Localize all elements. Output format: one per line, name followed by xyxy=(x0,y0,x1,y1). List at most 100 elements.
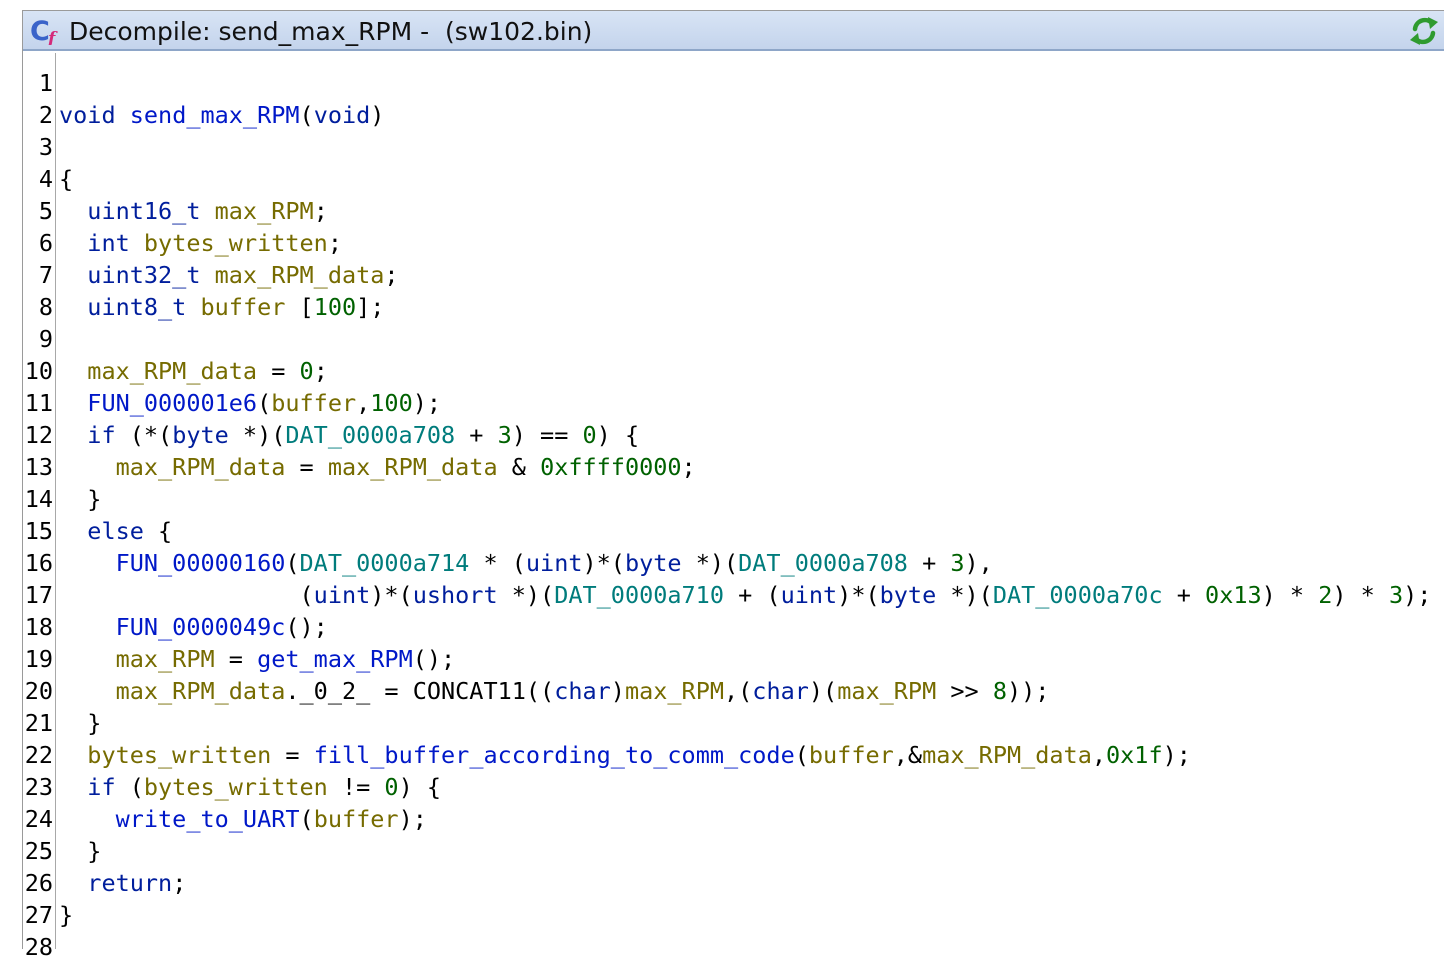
code-token[interactable]: 0x1f xyxy=(1106,741,1163,769)
code-token[interactable]: DAT_0000a708 xyxy=(285,421,455,449)
code-token[interactable]: max_RPM xyxy=(625,677,724,705)
code-token[interactable]: bytes_written xyxy=(144,773,328,801)
code-token[interactable]: FUN_00000160 xyxy=(116,549,286,577)
line-number: 26 xyxy=(24,869,53,897)
code-line[interactable]: } xyxy=(59,483,101,515)
code-token[interactable]: 0x13 xyxy=(1205,581,1262,609)
code-token[interactable]: byte xyxy=(172,421,229,449)
code-line[interactable]: } xyxy=(59,835,101,867)
code-line[interactable]: void send_max_RPM(void) xyxy=(59,99,384,131)
code-token[interactable]: buffer xyxy=(201,293,286,321)
code-line[interactable]: if (*(byte *)(DAT_0000a708 + 3) == 0) { xyxy=(59,419,639,451)
code-token[interactable]: max_RPM_data xyxy=(922,741,1092,769)
code-token[interactable]: DAT_0000a708 xyxy=(738,549,908,577)
code-line[interactable]: else { xyxy=(59,515,172,547)
code-token[interactable]: char xyxy=(752,677,809,705)
code-token[interactable]: max_RPM_data xyxy=(116,453,286,481)
code-token[interactable]: max_RPM xyxy=(215,197,314,225)
code-token[interactable]: 0xffff0000 xyxy=(540,453,681,481)
code-token[interactable]: uint32_t xyxy=(87,261,200,289)
code-token[interactable]: fill_buffer_according_to_comm_code xyxy=(314,741,795,769)
code-token[interactable]: byte xyxy=(880,581,937,609)
code-token[interactable]: int xyxy=(87,229,129,257)
code-line[interactable]: } xyxy=(59,707,101,739)
code-line[interactable]: max_RPM_data = max_RPM_data & 0xffff0000… xyxy=(59,451,696,483)
code-token[interactable]: FUN_000001e6 xyxy=(87,389,257,417)
code-token[interactable]: max_RPM_data xyxy=(215,261,385,289)
code-line[interactable]: FUN_00000160(DAT_0000a714 * (uint)*(byte… xyxy=(59,547,993,579)
code-token[interactable]: void xyxy=(59,101,116,129)
code-token[interactable]: max_RPM_data xyxy=(87,357,257,385)
code-token[interactable]: 100 xyxy=(370,389,412,417)
code-line[interactable]: } xyxy=(59,899,73,931)
code-line[interactable]: (uint)*(ushort *)(DAT_0000a710 + (uint)*… xyxy=(59,579,1432,611)
code-line[interactable]: write_to_UART(buffer); xyxy=(59,803,427,835)
code-token[interactable]: bytes_written xyxy=(87,741,271,769)
code-token[interactable]: ushort xyxy=(413,581,498,609)
code-token[interactable]: buffer xyxy=(809,741,894,769)
code-token[interactable]: buffer xyxy=(271,389,356,417)
code-line[interactable]: uint32_t max_RPM_data; xyxy=(59,259,398,291)
line-number: 25 xyxy=(24,837,53,865)
code-token[interactable]: 100 xyxy=(314,293,356,321)
refresh-icon[interactable] xyxy=(1407,14,1441,48)
code-token[interactable]: 0 xyxy=(384,773,398,801)
code-token[interactable]: 3 xyxy=(950,549,964,577)
code-token[interactable]: if xyxy=(87,421,115,449)
code-line[interactable]: FUN_000001e6(buffer,100); xyxy=(59,387,441,419)
code-token: , xyxy=(356,389,371,417)
code-token: (); xyxy=(412,645,456,673)
code-line[interactable]: uint8_t buffer [100]; xyxy=(59,291,384,323)
code-editor[interactable]: 1 2 void send_max_RPM(void) 3 4{5 uint16_t m… xyxy=(23,53,1444,961)
code-token[interactable]: else xyxy=(87,517,144,545)
code-token[interactable]: return xyxy=(87,869,172,897)
code-line[interactable]: return; xyxy=(59,867,186,899)
code-token[interactable]: char xyxy=(554,677,611,705)
line-number: 4 xyxy=(38,165,53,193)
code-token: } xyxy=(59,837,102,865)
code-line[interactable]: FUN_0000049c(); xyxy=(59,611,328,643)
code-token: != xyxy=(327,773,385,801)
code-token[interactable]: 3 xyxy=(1389,581,1403,609)
code-token[interactable]: 8 xyxy=(993,677,1007,705)
code-token[interactable]: if xyxy=(87,773,115,801)
code-token: ) xyxy=(370,101,385,129)
code-line[interactable]: int bytes_written; xyxy=(59,227,342,259)
line-number: 18 xyxy=(24,613,53,641)
code-token[interactable]: max_RPM xyxy=(837,677,936,705)
code-token[interactable]: 3 xyxy=(498,421,512,449)
code-token[interactable]: write_to_UART xyxy=(116,805,300,833)
code-line[interactable]: bytes_written = fill_buffer_according_to… xyxy=(59,739,1191,771)
code-token[interactable]: 0 xyxy=(583,421,597,449)
code-token[interactable]: DAT_0000a710 xyxy=(554,581,724,609)
code-token[interactable]: send_max_RPM xyxy=(130,101,300,129)
code-token[interactable]: buffer xyxy=(314,805,399,833)
code-token[interactable]: 0 xyxy=(300,357,314,385)
code-line[interactable]: if (bytes_written != 0) { xyxy=(59,771,441,803)
code-token[interactable]: DAT_0000a70c xyxy=(993,581,1163,609)
code-token[interactable]: max_RPM_data xyxy=(328,453,498,481)
code-token[interactable]: bytes_written xyxy=(144,229,328,257)
code-token[interactable]: uint xyxy=(314,581,371,609)
code-line[interactable]: max_RPM = get_max_RPM(); xyxy=(59,643,456,675)
code-token[interactable]: 2 xyxy=(1318,581,1332,609)
code-token[interactable]: void xyxy=(314,101,371,129)
code-line[interactable]: max_RPM_data._0_2_ = CONCAT11((char)max_… xyxy=(59,675,1050,707)
code-token[interactable]: get_max_RPM xyxy=(257,645,413,673)
code-token[interactable]: FUN_0000049c xyxy=(116,613,286,641)
code-token[interactable]: uint16_t xyxy=(87,197,200,225)
code-token[interactable]: byte xyxy=(625,549,682,577)
code-token[interactable]: uint xyxy=(781,581,838,609)
code-line[interactable]: uint16_t max_RPM; xyxy=(59,195,328,227)
code-line[interactable]: max_RPM_data = 0; xyxy=(59,355,328,387)
code-token[interactable]: DAT_0000a714 xyxy=(300,549,470,577)
code-line[interactable]: { xyxy=(59,163,73,195)
code-token[interactable]: max_RPM xyxy=(116,645,215,673)
code-token[interactable]: uint8_t xyxy=(87,293,186,321)
code-token[interactable]: uint xyxy=(526,549,583,577)
code-token[interactable]: max_RPM_data xyxy=(116,677,286,705)
